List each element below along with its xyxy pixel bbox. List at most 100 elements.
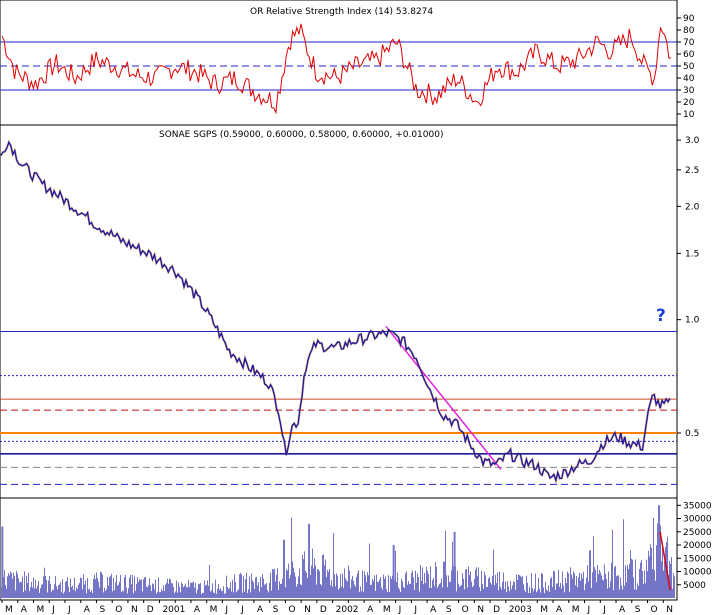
volume-bar	[191, 582, 192, 598]
volume-bar	[42, 584, 43, 598]
volume-bar	[246, 572, 247, 598]
volume-bar	[421, 580, 422, 598]
volume-bar	[260, 576, 261, 598]
volume-bar	[299, 568, 300, 598]
volume-bar	[445, 530, 446, 598]
volume-bar	[644, 570, 645, 598]
x-tick-label: A	[257, 605, 264, 615]
volume-bar	[110, 576, 111, 598]
volume-bar	[525, 591, 526, 598]
volume-ytick-label: 15000	[683, 554, 712, 564]
volume-bar	[361, 591, 362, 598]
volume-bar	[458, 583, 459, 598]
volume-bar	[199, 584, 200, 598]
volume-bar	[638, 586, 639, 598]
volume-spike	[392, 545, 395, 598]
volume-bar	[338, 589, 339, 598]
volume-bar	[69, 592, 70, 598]
axis-ticks: 10 20 30 40 50 60 70 80 90 0.5 1.0 1.5 2.0 2.5 3.0 5000…	[677, 14, 712, 591]
volume-bar	[480, 591, 481, 598]
volume-bar	[539, 588, 540, 598]
volume-bar	[334, 574, 335, 598]
volume-bar	[581, 573, 582, 598]
volume-bar	[40, 588, 41, 598]
volume-bar	[471, 581, 472, 598]
volume-bar	[320, 584, 321, 598]
volume-bar	[586, 577, 587, 598]
volume-bar	[565, 577, 566, 598]
volume-bar	[643, 583, 644, 598]
volume-bar	[305, 570, 306, 598]
volume-bar	[25, 590, 26, 598]
volume-bar	[616, 576, 617, 598]
volume-bar	[444, 561, 445, 598]
volume-bar	[579, 572, 580, 598]
volume-bar	[410, 583, 411, 598]
volume-bar	[622, 589, 623, 598]
volume-bar	[365, 575, 366, 598]
volume-bar	[507, 581, 508, 598]
volume-bar	[329, 569, 330, 598]
volume-bar	[253, 582, 254, 598]
volume-bar	[646, 559, 647, 598]
volume-bar	[30, 587, 31, 598]
volume-bar	[96, 572, 97, 598]
volume-bar	[467, 587, 468, 598]
volume-bar	[416, 582, 417, 598]
volume-bar	[430, 566, 431, 598]
volume-bar	[99, 587, 100, 598]
volume-bar	[566, 583, 567, 598]
x-tick-label: J	[413, 605, 417, 615]
volume-bar	[66, 581, 67, 598]
volume-bar	[459, 586, 460, 598]
rsi-title: Relative Strength Index (14) 53.8274	[266, 7, 433, 17]
volume-bar	[560, 582, 561, 598]
x-tick-label: A	[556, 605, 563, 615]
volume-bar	[598, 574, 599, 598]
volume-bar	[137, 577, 138, 598]
volume-bar	[114, 590, 115, 598]
volume-bar	[301, 585, 302, 598]
volume-bar	[176, 580, 177, 598]
volume-bar	[86, 593, 87, 598]
volume-bar	[390, 576, 391, 598]
volume-bar	[187, 587, 188, 598]
volume-bar	[194, 587, 195, 598]
volume-bar	[656, 545, 657, 598]
volume-bar	[332, 586, 333, 598]
volume-bar	[450, 581, 451, 598]
volume-bar	[354, 584, 355, 598]
volume-bar	[142, 591, 143, 598]
volume-bar	[273, 569, 274, 598]
volume-bar	[252, 580, 253, 598]
volume-bar	[405, 573, 406, 598]
volume-bar	[380, 577, 381, 598]
volume-bar	[383, 574, 384, 598]
volume-bar	[515, 590, 516, 598]
volume-bar	[201, 594, 202, 598]
volume-bar	[341, 586, 342, 598]
volume-bar	[504, 589, 505, 598]
volume-bar	[257, 585, 258, 598]
x-tick-label: O	[115, 605, 122, 615]
volume-bar	[155, 579, 156, 598]
volume-bar	[431, 588, 432, 598]
volume-bar	[101, 572, 102, 598]
volume-bar	[360, 586, 361, 598]
volume-bar	[282, 578, 283, 598]
rsi-ytick-label: 50	[683, 62, 695, 72]
volume-bar	[368, 575, 369, 598]
volume-bar	[651, 547, 652, 598]
volume-bar	[302, 554, 303, 598]
volume-ytick-label: 10000	[683, 568, 712, 578]
volume-bar	[104, 587, 105, 598]
volume-bar	[626, 582, 627, 598]
volume-bar	[5, 584, 6, 598]
volume-bar	[205, 585, 206, 598]
volume-bar	[112, 591, 113, 598]
x-tick-label: J	[240, 605, 244, 615]
volume-bar	[576, 576, 577, 598]
volume-bar	[378, 582, 379, 598]
volume-spike	[658, 505, 661, 598]
volume-bar	[337, 575, 338, 598]
